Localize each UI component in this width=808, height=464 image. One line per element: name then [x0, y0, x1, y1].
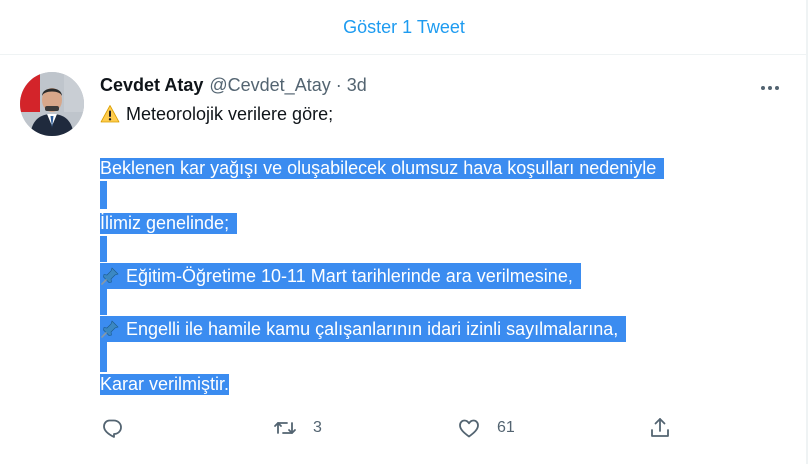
tweet-line: İlimiz genelinde;	[100, 210, 238, 236]
tweet-text: Meteorolojik verilere göre;	[126, 103, 334, 124]
tweet-text-selected: Karar verilmiştir.	[100, 373, 230, 395]
tweet-line: Meteorolojik verilere göre;	[100, 101, 333, 127]
reply-button[interactable]	[100, 412, 140, 444]
tweet-text: Eğitim-Öğretime 10-11 Mart tarihlerinde …	[126, 265, 573, 286]
selection-highlight	[100, 289, 107, 315]
like-button[interactable]: 61	[457, 412, 515, 444]
tweet-time[interactable]: 3d	[347, 75, 367, 96]
tweet-header: Cevdet Atay @Cevdet_Atay · 3d	[100, 73, 367, 97]
more-options-button[interactable]	[756, 74, 784, 98]
tweet-text-selected: Engelli ile hamile kamu çalışanlarının i…	[100, 316, 627, 342]
tweet-actions: 3 61	[100, 412, 700, 444]
selection-highlight	[100, 236, 107, 262]
tweet-text-selected: Beklenen kar yağışı ve oluşabilecek olum…	[100, 157, 665, 179]
selection-highlight	[100, 342, 107, 372]
avatar[interactable]	[20, 72, 84, 136]
retweet-icon	[274, 422, 296, 434]
tweet-line: Eğitim-Öğretime 10-11 Mart tarihlerinde …	[100, 263, 581, 289]
avatar-image	[20, 72, 84, 136]
tweet-text-selected: Eğitim-Öğretime 10-11 Mart tarihlerinde …	[100, 263, 581, 289]
author-name[interactable]: Cevdet Atay	[100, 75, 203, 96]
like-icon	[459, 419, 479, 438]
tweet-line: Engelli ile hamile kamu çalışanlarının i…	[100, 316, 627, 342]
selection-highlight	[100, 181, 107, 209]
pushpin-icon	[101, 320, 119, 338]
warning-icon	[100, 105, 120, 123]
show-more-tweets-link[interactable]: Göster 1 Tweet	[0, 0, 808, 55]
retweet-count: 3	[313, 419, 322, 436]
tweet-text: Engelli ile hamile kamu çalışanlarının i…	[126, 318, 619, 339]
pushpin-icon	[101, 267, 119, 285]
share-button[interactable]	[648, 412, 672, 444]
more-icon	[760, 77, 781, 95]
tweet-line: Karar verilmiştir.	[100, 371, 230, 397]
tweet-line: Beklenen kar yağışı ve oluşabilecek olum…	[100, 155, 665, 181]
author-handle[interactable]: @Cevdet_Atay	[209, 75, 330, 96]
reply-icon	[103, 419, 122, 438]
retweet-button[interactable]: 3	[273, 412, 322, 444]
share-icon	[651, 418, 669, 437]
like-count: 61	[497, 419, 515, 436]
separator-dot: ·	[335, 74, 342, 95]
tweet-text-selected: İlimiz genelinde;	[100, 212, 238, 234]
